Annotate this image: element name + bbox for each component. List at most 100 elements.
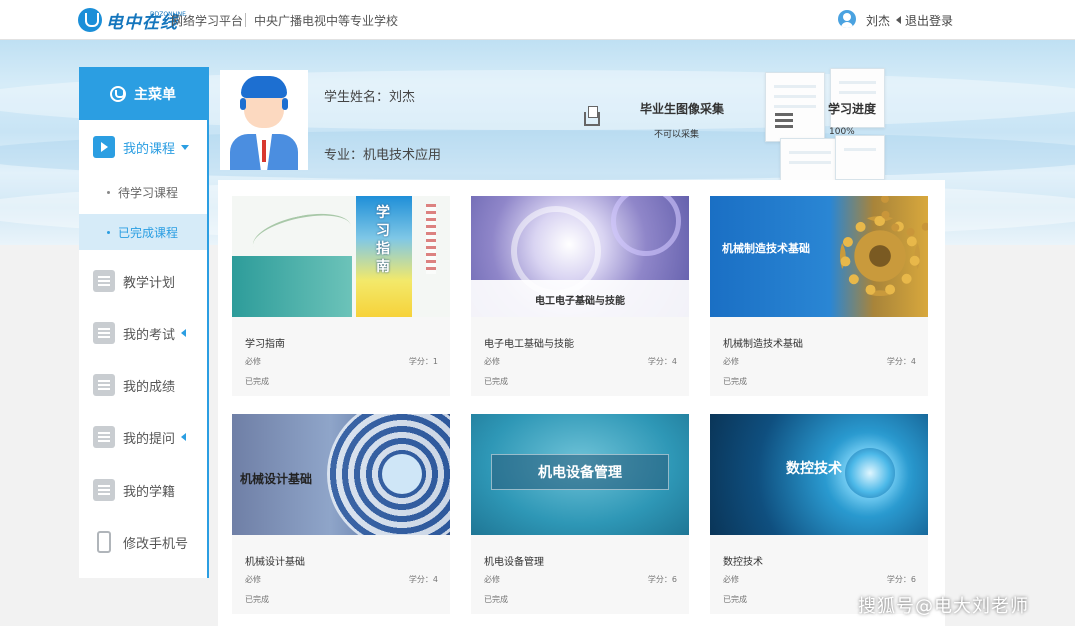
decorative-document xyxy=(830,68,885,128)
sidebar-item-label: 教学计划 xyxy=(123,275,176,291)
student-avatar xyxy=(220,70,308,170)
thumb-globe xyxy=(845,448,895,498)
sidebar-item-completed-courses[interactable]: 已完成课程 xyxy=(79,214,207,250)
bullet-icon xyxy=(107,190,110,194)
thumb-spiral-center xyxy=(382,454,422,494)
course-status: 已完成 xyxy=(723,377,747,386)
logo-icon xyxy=(78,8,102,32)
thumbnail-title: 机械制造技术基础 xyxy=(722,242,810,255)
exam-icon xyxy=(93,322,115,344)
avatar-hair xyxy=(241,76,287,98)
course-status: 已完成 xyxy=(245,377,269,386)
logout-label: 退出登录 xyxy=(905,14,954,28)
main-menu-label: 主菜单 xyxy=(134,86,176,103)
sidebar-item-my-questions[interactable]: 我的提问 xyxy=(79,419,207,455)
sidebar-menu: 主菜单 我的课程 待学习课程 已完成课程 教学计划 我的考试 我的成绩 我的提问… xyxy=(79,67,209,578)
course-credit: 学分：6 xyxy=(647,575,677,584)
bullet-icon xyxy=(107,230,110,234)
progress-icon xyxy=(775,112,793,128)
course-name: 数控技术 xyxy=(723,557,763,568)
course-card[interactable]: 学习指南 学习指南 必修 学分：1 已完成 xyxy=(232,196,450,396)
calendar-icon xyxy=(93,270,115,292)
menu-logo-icon xyxy=(110,85,126,102)
student-record-icon xyxy=(93,479,115,501)
course-status: 已完成 xyxy=(723,595,747,604)
course-grid: 学习指南 学习指南 必修 学分：1 已完成 电工电子基础与技能 电子电工基础与技… xyxy=(218,180,945,626)
sidebar-item-label: 我的提问 xyxy=(123,431,176,447)
thumbnail-title: 数控技术 xyxy=(786,461,842,477)
sidebar-item-label: 我的学籍 xyxy=(123,484,176,500)
course-credit: 学分：1 xyxy=(408,357,438,366)
course-card[interactable]: 电工电子基础与技能 电子电工基础与技能 必修 学分：4 已完成 xyxy=(471,196,689,396)
sidebar-item-teaching-plan[interactable]: 教学计划 xyxy=(79,263,207,299)
logout-link[interactable]: 退出登录 xyxy=(896,12,953,29)
sidebar-item-my-exams[interactable]: 我的考试 xyxy=(79,315,207,351)
phone-icon xyxy=(97,531,111,553)
sidebar-item-label: 已完成课程 xyxy=(118,225,179,240)
course-thumbnail: 机电设备管理 xyxy=(471,414,689,535)
course-thumbnail: 学习指南 xyxy=(232,196,450,317)
student-major: 专业：机电技术应用 xyxy=(324,148,442,163)
thumbnail-title: 机械设计基础 xyxy=(240,472,313,486)
thumb-vertical-text xyxy=(426,204,436,274)
image-collect-status: 不可以采集 xyxy=(654,130,700,140)
course-name: 电子电工基础与技能 xyxy=(484,339,574,350)
course-type: 必修 xyxy=(723,357,739,366)
site-logo[interactable]: 电中在线 DDZONLINE xyxy=(78,7,186,33)
study-progress-title: 学习进度 xyxy=(828,102,877,116)
thumb-gear xyxy=(611,196,681,256)
sidebar-item-change-phone[interactable]: 修改手机号 xyxy=(79,524,207,560)
sidebar-item-pending-courses[interactable]: 待学习课程 xyxy=(79,174,207,210)
course-credit: 学分：4 xyxy=(647,357,677,366)
course-name: 机械设计基础 xyxy=(245,557,305,568)
chevron-down-icon xyxy=(181,144,190,150)
course-card[interactable]: 数控技术 数控技术 必修 学分：6 已完成 xyxy=(710,414,928,614)
course-status: 已完成 xyxy=(484,377,508,386)
play-icon xyxy=(93,136,115,158)
course-credit: 学分：4 xyxy=(886,357,916,366)
course-card[interactable]: 机械制造技术基础 机械制造技术基础 必修 学分：4 已完成 xyxy=(710,196,928,396)
decorative-document xyxy=(780,138,840,183)
course-credit: 学分：4 xyxy=(408,575,438,584)
image-collect-icon[interactable] xyxy=(584,106,600,126)
course-type: 必修 xyxy=(723,575,739,584)
score-icon xyxy=(93,374,115,396)
main-menu-header[interactable]: 主菜单 xyxy=(79,67,207,120)
sidebar-item-my-status[interactable]: 我的学籍 xyxy=(79,472,207,508)
course-credit: 学分：6 xyxy=(886,575,916,584)
header-divider xyxy=(245,13,246,27)
course-card[interactable]: 机电设备管理 机电设备管理 必修 学分：6 已完成 xyxy=(471,414,689,614)
avatar-ear xyxy=(240,98,246,110)
sidebar-item-label: 我的成绩 xyxy=(123,379,176,395)
image-collect-title[interactable]: 毕业生图像采集 xyxy=(640,100,724,117)
school-name: 中央广播电视中等专业学校 xyxy=(254,14,399,28)
decorative-document xyxy=(765,72,825,142)
thumbnail-title: 机电设备管理 xyxy=(538,465,622,481)
thumbnail-title: 学习指南 xyxy=(376,205,390,275)
thumb-building xyxy=(232,256,352,317)
study-progress-value: 100% xyxy=(829,127,855,137)
sidebar-item-my-courses[interactable]: 我的课程 xyxy=(79,129,207,165)
platform-title: 网络学习平台 xyxy=(171,14,244,28)
user-name[interactable]: 刘杰 xyxy=(866,12,890,29)
course-thumbnail: 数控技术 xyxy=(710,414,928,535)
thumbnail-title: 电工电子基础与技能 xyxy=(535,296,625,307)
chevron-left-icon xyxy=(181,433,187,441)
course-name: 学习指南 xyxy=(245,339,285,350)
sidebar-item-my-grades[interactable]: 我的成绩 xyxy=(79,367,207,403)
course-type: 必修 xyxy=(484,357,500,366)
student-name: 学生姓名：刘杰 xyxy=(324,90,416,105)
course-thumbnail: 机械制造技术基础 xyxy=(710,196,928,317)
course-type: 必修 xyxy=(245,357,261,366)
user-avatar-icon[interactable] xyxy=(838,10,856,28)
decorative-document xyxy=(835,135,885,180)
course-thumbnail: 机械设计基础 xyxy=(232,414,450,535)
caret-left-icon xyxy=(896,16,901,24)
course-card[interactable]: 机械设计基础 机械设计基础 必修 学分：4 已完成 xyxy=(232,414,450,614)
sidebar-item-label: 我的考试 xyxy=(123,327,176,343)
avatar-tie xyxy=(262,140,266,162)
sidebar-item-label: 修改手机号 xyxy=(123,536,189,552)
question-icon xyxy=(93,426,115,448)
avatar-ear xyxy=(282,98,288,110)
chevron-left-icon xyxy=(181,329,187,337)
